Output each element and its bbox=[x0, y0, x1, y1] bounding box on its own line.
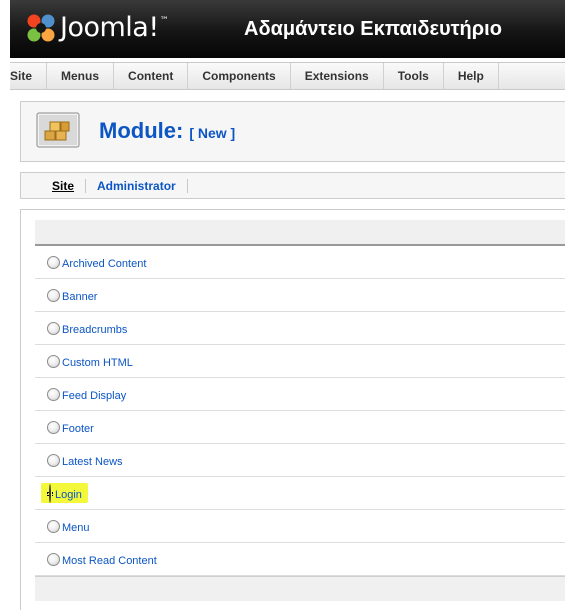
joomla-logo-icon bbox=[27, 14, 55, 42]
radio-button[interactable] bbox=[47, 288, 60, 302]
client-submenu: Site Administrator bbox=[20, 172, 565, 199]
brand-name: Joomla! ™ bbox=[60, 10, 169, 46]
menu-site[interactable]: Site bbox=[10, 63, 48, 89]
radio-button[interactable] bbox=[47, 354, 60, 368]
module-option-feed-display[interactable]: Feed Display bbox=[35, 378, 565, 411]
module-option-banner[interactable]: Banner bbox=[35, 279, 565, 312]
module-option-breadcrumbs[interactable]: Breadcrumbs bbox=[35, 312, 565, 345]
module-type-list: Archived Content Banner Breadcrumbs Cust… bbox=[35, 220, 565, 601]
module-type-panel: Archived Content Banner Breadcrumbs Cust… bbox=[20, 209, 565, 610]
radio-button[interactable] bbox=[47, 453, 60, 467]
page-subtitle: [ New ] bbox=[189, 125, 236, 141]
module-option-most-read-content[interactable]: Most Read Content bbox=[35, 543, 565, 576]
tab-administrator[interactable]: Administrator bbox=[86, 178, 188, 193]
radio-button[interactable] bbox=[47, 552, 60, 566]
module-option-latest-news[interactable]: Latest News bbox=[35, 444, 565, 477]
radio-button-selected[interactable] bbox=[49, 484, 51, 503]
module-option-label[interactable]: Login bbox=[55, 489, 82, 501]
module-option-label[interactable]: Menu bbox=[62, 522, 90, 534]
module-option-label[interactable]: Custom HTML bbox=[62, 357, 133, 369]
radio-button[interactable] bbox=[47, 519, 60, 533]
page: Joomla! ™ Αδαμάντειο Εκπαιδευτήριο Site … bbox=[0, 0, 565, 612]
brand-trademark: ™ bbox=[159, 16, 169, 26]
module-option-login[interactable]: Login bbox=[35, 477, 565, 510]
menu-components[interactable]: Components bbox=[188, 63, 291, 89]
page-title: Module: [ New ] bbox=[99, 117, 235, 147]
page-title-text: Module: bbox=[99, 118, 184, 143]
module-option-label[interactable]: Footer bbox=[62, 423, 94, 435]
list-footer bbox=[35, 576, 565, 601]
list-header bbox=[35, 220, 565, 246]
menu-help[interactable]: Help bbox=[444, 63, 499, 89]
menu-content[interactable]: Content bbox=[114, 63, 189, 89]
brand-text: Joomla! bbox=[60, 12, 159, 43]
module-option-label[interactable]: Feed Display bbox=[62, 390, 126, 402]
menu-menus[interactable]: Menus bbox=[47, 63, 115, 89]
menu-tools[interactable]: Tools bbox=[384, 63, 444, 89]
radio-button[interactable] bbox=[47, 420, 60, 434]
module-icon bbox=[36, 112, 80, 148]
main-menubar: Site Menus Content Components Extensions… bbox=[10, 62, 565, 90]
selection-highlight: Login bbox=[41, 483, 88, 503]
header: Joomla! ™ Αδαμάντειο Εκπαιδευτήριο bbox=[10, 0, 565, 58]
focus-outline bbox=[47, 484, 53, 503]
module-option-custom-html[interactable]: Custom HTML bbox=[35, 345, 565, 378]
radio-button[interactable] bbox=[47, 321, 60, 335]
module-option-menu[interactable]: Menu bbox=[35, 510, 565, 543]
module-option-label[interactable]: Banner bbox=[62, 291, 97, 303]
tab-site[interactable]: Site bbox=[41, 178, 87, 193]
radio-button[interactable] bbox=[47, 387, 60, 401]
menu-extensions[interactable]: Extensions bbox=[291, 63, 384, 89]
module-option-label[interactable]: Latest News bbox=[62, 456, 123, 468]
toolbar-box: Module: [ New ] bbox=[20, 101, 565, 162]
module-option-label[interactable]: Breadcrumbs bbox=[62, 324, 127, 336]
site-title: Αδαμάντειο Εκπαιδευτήριο bbox=[244, 18, 502, 40]
module-option-footer[interactable]: Footer bbox=[35, 411, 565, 444]
radio-button[interactable] bbox=[47, 255, 60, 269]
module-option-archived-content[interactable]: Archived Content bbox=[35, 246, 565, 279]
module-option-label[interactable]: Most Read Content bbox=[62, 555, 157, 567]
module-option-label[interactable]: Archived Content bbox=[62, 258, 146, 270]
